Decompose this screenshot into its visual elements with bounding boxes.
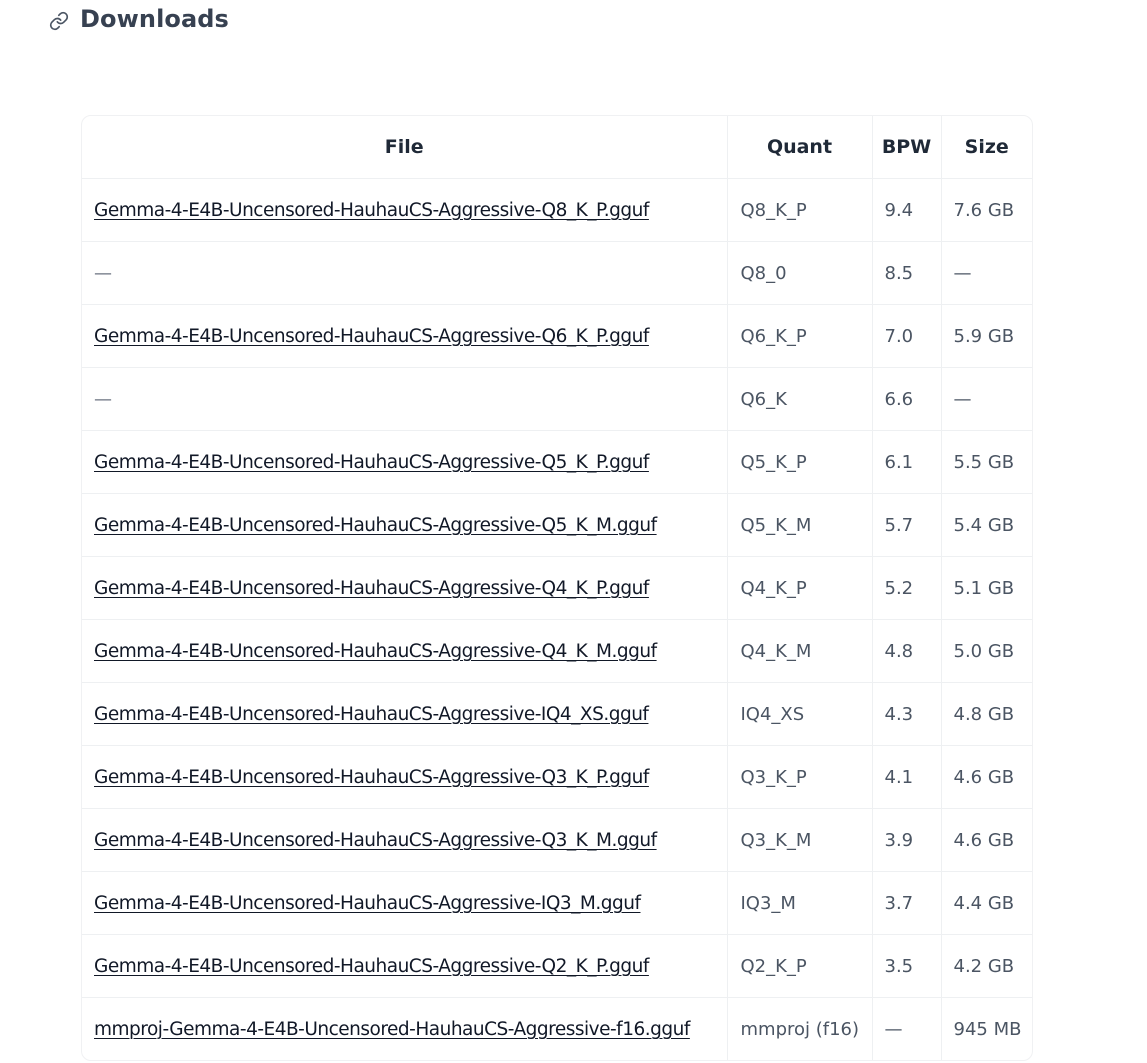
column-header-size: Size xyxy=(941,116,1032,179)
size-cell: 4.6 GB xyxy=(941,808,1032,872)
file-cell: Gemma-4-E4B-Uncensored-HauhauCS-Aggressi… xyxy=(82,934,728,998)
file-download-link[interactable]: Gemma-4-E4B-Uncensored-HauhauCS-Aggressi… xyxy=(94,830,657,851)
table-row: Gemma-4-E4B-Uncensored-HauhauCS-Aggressi… xyxy=(82,493,1032,557)
column-header-bpw: BPW xyxy=(872,116,942,179)
downloads-page: Downloads File Quant BPW Size Gemma-4-E4… xyxy=(0,0,1147,1063)
table-row: — Q8_0 8.5— xyxy=(82,241,1032,305)
size-cell: 5.1 GB xyxy=(941,556,1032,620)
file-unavailable: — xyxy=(94,262,112,284)
table-row: Gemma-4-E4B-Uncensored-HauhauCS-Aggressi… xyxy=(82,682,1032,746)
bpw-cell: 6.1 xyxy=(872,430,942,494)
size-cell: — xyxy=(941,241,1032,305)
quant-cell: Q3_K_M xyxy=(727,808,873,872)
bpw-cell: 3.5 xyxy=(872,934,942,998)
downloads-table-container: File Quant BPW Size Gemma-4-E4B-Uncensor… xyxy=(81,115,1033,1061)
table-row: Gemma-4-E4B-Uncensored-HauhauCS-Aggressi… xyxy=(82,556,1032,620)
file-cell: — xyxy=(82,367,728,431)
bpw-cell: 4.3 xyxy=(872,682,942,746)
table-row: — Q6_K 6.6— xyxy=(82,367,1032,431)
file-download-link[interactable]: Gemma-4-E4B-Uncensored-HauhauCS-Aggressi… xyxy=(94,767,649,788)
table-body: Gemma-4-E4B-Uncensored-HauhauCS-Aggressi… xyxy=(82,178,1032,1060)
file-download-link[interactable]: Gemma-4-E4B-Uncensored-HauhauCS-Aggressi… xyxy=(94,452,649,473)
table-header-row: File Quant BPW Size xyxy=(82,116,1032,179)
file-cell: Gemma-4-E4B-Uncensored-HauhauCS-Aggressi… xyxy=(82,430,728,494)
column-header-quant: Quant xyxy=(727,116,873,179)
bpw-cell: 4.8 xyxy=(872,619,942,683)
file-cell: Gemma-4-E4B-Uncensored-HauhauCS-Aggressi… xyxy=(82,556,728,620)
bpw-cell: 8.5 xyxy=(872,241,942,305)
quant-cell: Q4_K_P xyxy=(727,556,873,620)
file-download-link[interactable]: Gemma-4-E4B-Uncensored-HauhauCS-Aggressi… xyxy=(94,641,657,662)
section-heading: Downloads xyxy=(48,2,229,36)
file-download-link[interactable]: Gemma-4-E4B-Uncensored-HauhauCS-Aggressi… xyxy=(94,515,657,536)
file-cell: Gemma-4-E4B-Uncensored-HauhauCS-Aggressi… xyxy=(82,304,728,368)
file-download-link[interactable]: mmproj-Gemma-4-E4B-Uncensored-HauhauCS-A… xyxy=(94,1019,690,1040)
file-download-link[interactable]: Gemma-4-E4B-Uncensored-HauhauCS-Aggressi… xyxy=(94,704,649,725)
bpw-cell: — xyxy=(872,997,942,1060)
size-cell: 4.4 GB xyxy=(941,871,1032,935)
file-cell: Gemma-4-E4B-Uncensored-HauhauCS-Aggressi… xyxy=(82,178,728,242)
file-cell: Gemma-4-E4B-Uncensored-HauhauCS-Aggressi… xyxy=(82,619,728,683)
file-cell: Gemma-4-E4B-Uncensored-HauhauCS-Aggressi… xyxy=(82,493,728,557)
table-row: Gemma-4-E4B-Uncensored-HauhauCS-Aggressi… xyxy=(82,619,1032,683)
file-cell: — xyxy=(82,241,728,305)
size-cell: 945 MB xyxy=(953,1018,1022,1040)
table-row: mmproj-Gemma-4-E4B-Uncensored-HauhauCS-A… xyxy=(82,997,1032,1060)
file-download-link[interactable]: Gemma-4-E4B-Uncensored-HauhauCS-Aggressi… xyxy=(94,893,641,914)
quant-cell: Q5_K_P xyxy=(727,430,873,494)
downloads-table: File Quant BPW Size Gemma-4-E4B-Uncensor… xyxy=(82,116,1032,1060)
quant-cell: Q6_K_P xyxy=(727,304,873,368)
table-row: Gemma-4-E4B-Uncensored-HauhauCS-Aggressi… xyxy=(82,430,1032,494)
page-title: Downloads xyxy=(80,5,229,33)
quant-cell: Q3_K_P xyxy=(727,745,873,809)
size-cell: 5.0 GB xyxy=(941,619,1032,683)
file-download-link[interactable]: Gemma-4-E4B-Uncensored-HauhauCS-Aggressi… xyxy=(94,326,649,347)
file-unavailable: — xyxy=(94,388,112,410)
column-header-file: File xyxy=(82,116,728,179)
quant-cell: Q4_K_M xyxy=(727,619,873,683)
quant-cell: mmproj (f16) xyxy=(727,997,873,1060)
quant-cell: Q2_K_P xyxy=(727,934,873,998)
size-cell: 5.4 GB xyxy=(941,493,1032,557)
size-cell: 4.2 GB xyxy=(941,934,1032,998)
table-row: Gemma-4-E4B-Uncensored-HauhauCS-Aggressi… xyxy=(82,304,1032,368)
bpw-cell: 9.4 xyxy=(872,178,942,242)
file-download-link[interactable]: Gemma-4-E4B-Uncensored-HauhauCS-Aggressi… xyxy=(94,956,649,977)
bpw-cell: 6.6 xyxy=(872,367,942,431)
file-cell: Gemma-4-E4B-Uncensored-HauhauCS-Aggressi… xyxy=(82,745,728,809)
bpw-cell: 3.7 xyxy=(872,871,942,935)
link-icon[interactable] xyxy=(48,10,70,32)
file-download-link[interactable]: Gemma-4-E4B-Uncensored-HauhauCS-Aggressi… xyxy=(94,200,649,221)
quant-cell: IQ3_M xyxy=(727,871,873,935)
size-cell: 5.9 GB xyxy=(941,304,1032,368)
table-row: Gemma-4-E4B-Uncensored-HauhauCS-Aggressi… xyxy=(82,871,1032,935)
quant-cell: Q8_K_P xyxy=(727,178,873,242)
bpw-cell: 7.0 xyxy=(872,304,942,368)
quant-cell: Q6_K xyxy=(727,367,873,431)
file-cell: Gemma-4-E4B-Uncensored-HauhauCS-Aggressi… xyxy=(82,808,728,872)
bpw-cell: 4.1 xyxy=(872,745,942,809)
bpw-cell: 5.2 xyxy=(872,556,942,620)
table-row: Gemma-4-E4B-Uncensored-HauhauCS-Aggressi… xyxy=(82,745,1032,809)
quant-cell: IQ4_XS xyxy=(727,682,873,746)
size-cell: — xyxy=(941,367,1032,431)
bpw-cell: 3.9 xyxy=(872,808,942,872)
bpw-cell: 5.7 xyxy=(872,493,942,557)
file-cell: Gemma-4-E4B-Uncensored-HauhauCS-Aggressi… xyxy=(82,871,728,935)
size-cell: 4.6 GB xyxy=(941,745,1032,809)
table-row: Gemma-4-E4B-Uncensored-HauhauCS-Aggressi… xyxy=(82,808,1032,872)
size-cell: 4.8 GB xyxy=(941,682,1032,746)
file-cell: Gemma-4-E4B-Uncensored-HauhauCS-Aggressi… xyxy=(82,682,728,746)
file-download-link[interactable]: Gemma-4-E4B-Uncensored-HauhauCS-Aggressi… xyxy=(94,578,649,599)
quant-cell: Q5_K_M xyxy=(727,493,873,557)
table-row: Gemma-4-E4B-Uncensored-HauhauCS-Aggressi… xyxy=(82,934,1032,998)
quant-cell: Q8_0 xyxy=(727,241,873,305)
size-cell: 7.6 GB xyxy=(941,178,1032,242)
table-row: Gemma-4-E4B-Uncensored-HauhauCS-Aggressi… xyxy=(82,178,1032,242)
size-cell: 5.5 GB xyxy=(941,430,1032,494)
file-cell: mmproj-Gemma-4-E4B-Uncensored-HauhauCS-A… xyxy=(82,997,728,1060)
